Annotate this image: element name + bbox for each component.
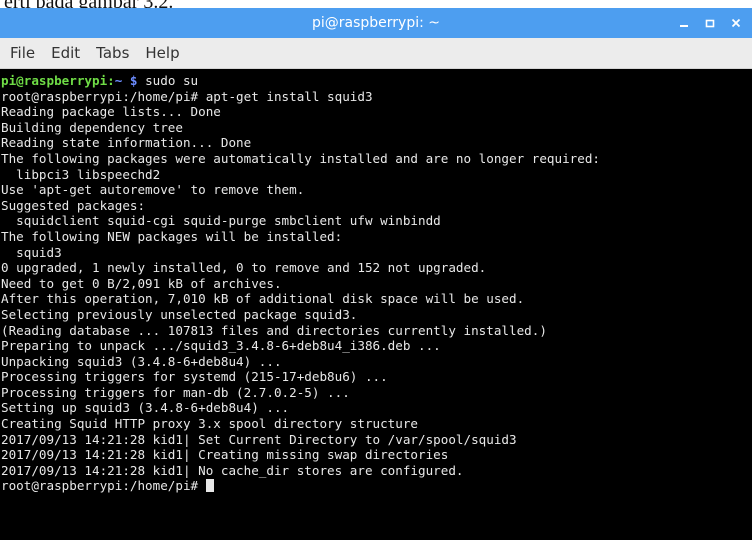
terminal-line-prompt: pi@raspberrypi:~ $ sudo su	[0, 73, 752, 89]
terminal-line: Building dependency tree	[1, 119, 183, 135]
title-bar[interactable]: pi@raspberrypi: ~	[0, 8, 752, 38]
terminal-line: libpci3 libspeechd2	[1, 166, 161, 182]
menu-bar: File Edit Tabs Help	[0, 38, 752, 69]
menu-edit[interactable]: Edit	[49, 42, 82, 64]
prompt-path: ~ $	[114, 73, 138, 88]
terminal-line: The following NEW packages will be insta…	[1, 228, 343, 244]
terminal-line: Reading package lists... Done	[1, 104, 221, 120]
prompt-command: sudo su	[137, 73, 199, 88]
terminal-line: After this operation, 7,010 kB of additi…	[1, 291, 525, 307]
terminal-line: Creating Squid HTTP proxy 3.x spool dire…	[1, 416, 419, 432]
terminal-line: 0 upgraded, 1 newly installed, 0 to remo…	[1, 260, 487, 276]
terminal-line: The following packages were automaticall…	[1, 150, 600, 166]
minimize-icon[interactable]	[678, 17, 690, 29]
terminal-line: Processing triggers for systemd (215-17+…	[1, 369, 388, 385]
terminal-line: (Reading database ... 107813 files and d…	[1, 322, 547, 338]
terminal-window: pi@raspberrypi: ~ File Edit Tabs Help pi…	[0, 8, 752, 540]
last-prompt: root@raspberrypi:/home/pi#	[1, 478, 206, 494]
terminal-line: 2017/09/13 14:21:28 kid1| No cache_dir s…	[1, 462, 464, 478]
terminal-line-last-prompt: root@raspberrypi:/home/pi#	[0, 478, 752, 494]
menu-tabs[interactable]: Tabs	[94, 42, 131, 64]
terminal-line: Selecting previously unselected package …	[1, 306, 358, 322]
terminal-output[interactable]: pi@raspberrypi:~ $ sudo su root@raspberr…	[0, 69, 752, 540]
terminal-line: squid3	[1, 244, 62, 260]
terminal-line: 2017/09/13 14:21:28 kid1| Creating missi…	[1, 447, 449, 463]
terminal-line: Use 'apt-get autoremove' to remove them.	[1, 182, 305, 198]
terminal-line: Reading state information... Done	[1, 135, 252, 151]
menu-help[interactable]: Help	[143, 42, 181, 64]
terminal-line: Need to get 0 B/2,091 kB of archives.	[1, 275, 282, 291]
text-cursor	[205, 479, 214, 493]
terminal-line: Preparing to unpack .../squid3_3.4.8-6+d…	[1, 338, 441, 354]
menu-file[interactable]: File	[8, 42, 37, 64]
terminal-line: Processing triggers for man-db (2.7.0.2-…	[1, 384, 350, 400]
prompt-user: pi@raspberrypi:	[1, 73, 115, 88]
close-icon[interactable]	[730, 17, 742, 29]
window-controls	[678, 8, 742, 38]
maximize-icon[interactable]	[704, 17, 716, 29]
terminal-line: squidclient squid-cgi squid-purge smbcli…	[1, 213, 441, 229]
terminal-line: root@raspberrypi:/home/pi# apt-get insta…	[1, 88, 373, 104]
terminal-line: Suggested packages:	[1, 197, 146, 213]
terminal-line: Unpacking squid3 (3.4.8-6+deb8u4) ...	[1, 353, 282, 369]
terminal-line: Setting up squid3 (3.4.8-6+deb8u4) ...	[1, 400, 290, 416]
window-title: pi@raspberrypi: ~	[311, 15, 441, 31]
terminal-line: 2017/09/13 14:21:28 kid1| Set Current Di…	[1, 431, 517, 447]
